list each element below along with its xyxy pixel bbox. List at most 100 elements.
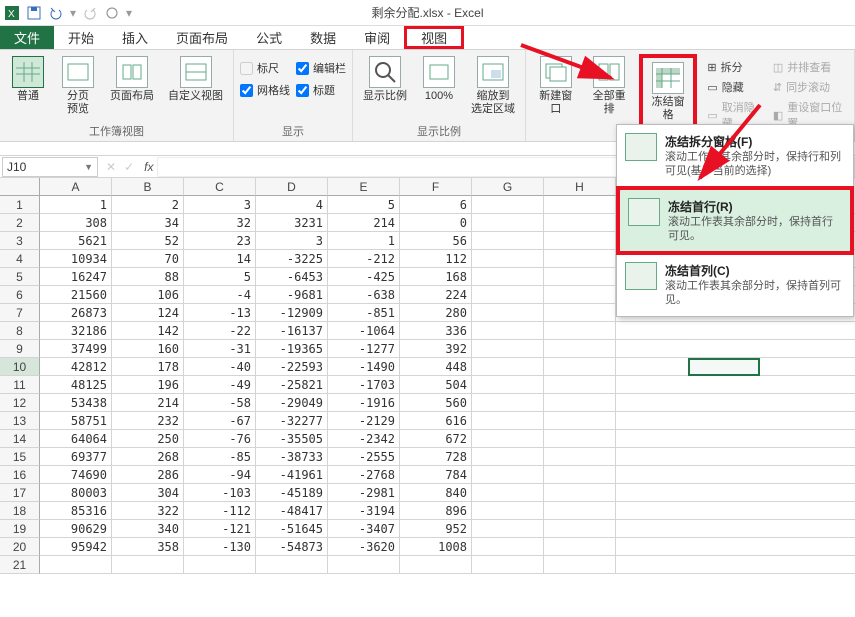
cell[interactable] <box>544 484 616 502</box>
cell[interactable]: 214 <box>112 394 184 412</box>
cell[interactable] <box>472 484 544 502</box>
cell[interactable]: 4 <box>256 196 328 214</box>
normal-view-button[interactable]: 普通 <box>6 54 50 105</box>
cell[interactable]: 672 <box>400 430 472 448</box>
cell[interactable] <box>112 556 184 574</box>
chevron-down-icon[interactable]: ▼ <box>84 162 93 172</box>
cell[interactable] <box>472 556 544 574</box>
cell[interactable]: -22 <box>184 322 256 340</box>
column-header-A[interactable]: A <box>40 178 112 196</box>
tab-file[interactable]: 文件 <box>0 26 54 49</box>
cell[interactable]: 280 <box>400 304 472 322</box>
cell[interactable]: 224 <box>400 286 472 304</box>
cell[interactable]: 42812 <box>40 358 112 376</box>
cell[interactable]: 336 <box>400 322 472 340</box>
row-header[interactable]: 2 <box>0 214 40 232</box>
cell[interactable] <box>544 556 616 574</box>
row-header[interactable]: 10 <box>0 358 40 376</box>
row-header[interactable]: 20 <box>0 538 40 556</box>
save-icon[interactable] <box>26 5 42 21</box>
row-header[interactable]: 21 <box>0 556 40 574</box>
row-header[interactable]: 11 <box>0 376 40 394</box>
cell[interactable]: -58 <box>184 394 256 412</box>
cell[interactable]: -3194 <box>328 502 400 520</box>
tab-formula[interactable]: 公式 <box>242 26 296 49</box>
cell[interactable] <box>544 376 616 394</box>
cell[interactable]: 48125 <box>40 376 112 394</box>
cell[interactable]: 952 <box>400 520 472 538</box>
cell[interactable]: 74690 <box>40 466 112 484</box>
cell[interactable]: -94 <box>184 466 256 484</box>
cell[interactable]: -2555 <box>328 448 400 466</box>
cell[interactable] <box>328 556 400 574</box>
cell[interactable]: -45189 <box>256 484 328 502</box>
cell[interactable] <box>472 322 544 340</box>
cell[interactable]: 178 <box>112 358 184 376</box>
cell[interactable] <box>544 196 616 214</box>
cell[interactable] <box>472 448 544 466</box>
cell[interactable]: 21560 <box>40 286 112 304</box>
cell[interactable] <box>544 412 616 430</box>
cell[interactable] <box>472 340 544 358</box>
row-header[interactable]: 3 <box>0 232 40 250</box>
cell[interactable] <box>472 520 544 538</box>
cell[interactable]: 32 <box>184 214 256 232</box>
cell[interactable] <box>472 430 544 448</box>
cell[interactable]: -212 <box>328 250 400 268</box>
cell[interactable]: 3 <box>184 196 256 214</box>
cell[interactable]: -425 <box>328 268 400 286</box>
cell[interactable] <box>472 376 544 394</box>
formulabar-checkbox[interactable]: 编辑栏 <box>296 60 346 76</box>
cell[interactable]: 80003 <box>40 484 112 502</box>
cell[interactable] <box>544 268 616 286</box>
cell[interactable] <box>544 430 616 448</box>
cell[interactable]: 3231 <box>256 214 328 232</box>
cell[interactable] <box>544 502 616 520</box>
row-header[interactable]: 17 <box>0 484 40 502</box>
cell[interactable]: -12909 <box>256 304 328 322</box>
cell[interactable] <box>472 268 544 286</box>
cell[interactable] <box>544 286 616 304</box>
cell[interactable]: 250 <box>112 430 184 448</box>
cell[interactable] <box>544 340 616 358</box>
cell[interactable]: -9681 <box>256 286 328 304</box>
cell[interactable]: 37499 <box>40 340 112 358</box>
select-all-corner[interactable] <box>0 178 40 196</box>
cell[interactable]: 88 <box>112 268 184 286</box>
row-header[interactable]: 8 <box>0 322 40 340</box>
cell[interactable]: -3620 <box>328 538 400 556</box>
cell[interactable] <box>544 250 616 268</box>
tab-layout[interactable]: 页面布局 <box>162 26 242 49</box>
cell[interactable]: -54873 <box>256 538 328 556</box>
tab-home[interactable]: 开始 <box>54 26 108 49</box>
cell[interactable]: 196 <box>112 376 184 394</box>
freeze-top-row-item[interactable]: 冻结首行(R)滚动工作表其余部分时，保持首行可见。 <box>616 186 854 256</box>
row-header[interactable]: 16 <box>0 466 40 484</box>
cell[interactable]: 214 <box>328 214 400 232</box>
cell[interactable] <box>472 304 544 322</box>
name-box[interactable]: J10 ▼ <box>2 157 98 177</box>
cell[interactable] <box>544 448 616 466</box>
zoom-100-button[interactable]: 100% <box>417 54 461 105</box>
cell[interactable] <box>544 304 616 322</box>
cell[interactable]: -2981 <box>328 484 400 502</box>
cell[interactable]: 1 <box>40 196 112 214</box>
cell[interactable]: -1703 <box>328 376 400 394</box>
cell[interactable]: -638 <box>328 286 400 304</box>
cell[interactable] <box>256 556 328 574</box>
cell[interactable]: 23 <box>184 232 256 250</box>
cell[interactable]: 5 <box>184 268 256 286</box>
cell[interactable]: 32186 <box>40 322 112 340</box>
row-header[interactable]: 7 <box>0 304 40 322</box>
cell[interactable]: -49 <box>184 376 256 394</box>
column-header-H[interactable]: H <box>544 178 616 196</box>
row-header[interactable]: 18 <box>0 502 40 520</box>
cell[interactable]: 6 <box>400 196 472 214</box>
cell[interactable]: 16247 <box>40 268 112 286</box>
cell[interactable]: -2129 <box>328 412 400 430</box>
cell[interactable]: -85 <box>184 448 256 466</box>
zoom-button[interactable]: 显示比例 <box>359 54 411 105</box>
cell[interactable] <box>472 502 544 520</box>
column-header-F[interactable]: F <box>400 178 472 196</box>
cell[interactable]: -1277 <box>328 340 400 358</box>
